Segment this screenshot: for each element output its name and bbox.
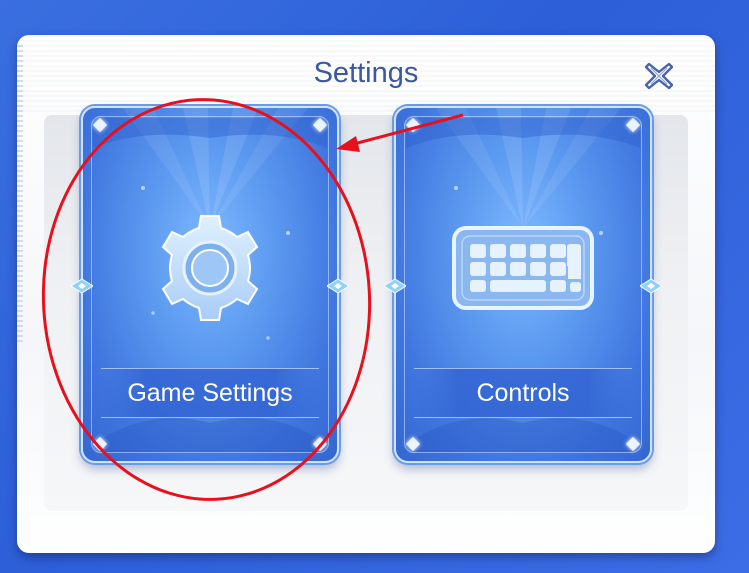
dialog-edge-texture bbox=[17, 45, 23, 345]
card-label-band: Controls bbox=[414, 368, 632, 418]
close-button[interactable] bbox=[638, 55, 680, 97]
keyboard-icon bbox=[396, 208, 650, 328]
controls-label: Controls bbox=[476, 378, 570, 407]
close-icon bbox=[644, 62, 674, 90]
dialog-title: Settings bbox=[313, 57, 419, 89]
controls-card[interactable]: Controls bbox=[384, 106, 662, 463]
